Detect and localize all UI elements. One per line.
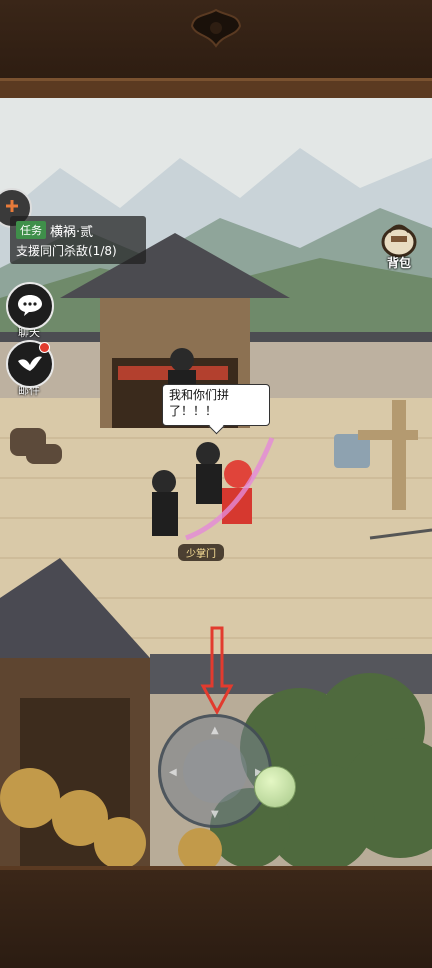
bag-icon xyxy=(381,224,417,258)
mail-button-circle[interactable] xyxy=(6,340,54,388)
quest-tag: 任务 xyxy=(16,221,46,239)
down-arrow-icon xyxy=(200,626,234,716)
joystick-down-icon: ▼ xyxy=(211,809,219,820)
bottom-wooden-frame xyxy=(0,866,432,968)
mail-button[interactable]: 邮件 xyxy=(6,340,54,398)
quest-description: 支援同门杀敌(1/8) xyxy=(16,244,117,258)
chat-button[interactable]: 聊天 xyxy=(6,282,54,340)
player-name-tag: 少掌门 xyxy=(178,544,224,561)
npc-speech-bubble: 我和你们拼了！！！ xyxy=(162,384,270,426)
quest-title: 横祸·贰 xyxy=(50,225,94,240)
joystick-left-icon: ◀ xyxy=(169,767,177,778)
joystick-up-icon: ▲ xyxy=(211,725,219,736)
settings-icon xyxy=(6,200,18,212)
chat-bubble-icon xyxy=(18,295,42,316)
virtual-joystick[interactable]: ▲ ▼ ◀ ▶ xyxy=(158,714,272,828)
mail-bird-icon xyxy=(18,356,42,371)
chat-button-circle[interactable] xyxy=(6,282,54,330)
quest-panel[interactable]: 任务 横祸·贰 支援同门杀敌(1/8) xyxy=(10,216,146,264)
bag-button[interactable]: 背包 xyxy=(374,218,424,271)
mail-notification-badge xyxy=(39,342,50,353)
roof-ornament-icon xyxy=(190,8,242,48)
joystick-knob[interactable] xyxy=(254,766,296,808)
joystick-inner-ring xyxy=(183,739,247,803)
top-wooden-frame xyxy=(0,0,432,104)
